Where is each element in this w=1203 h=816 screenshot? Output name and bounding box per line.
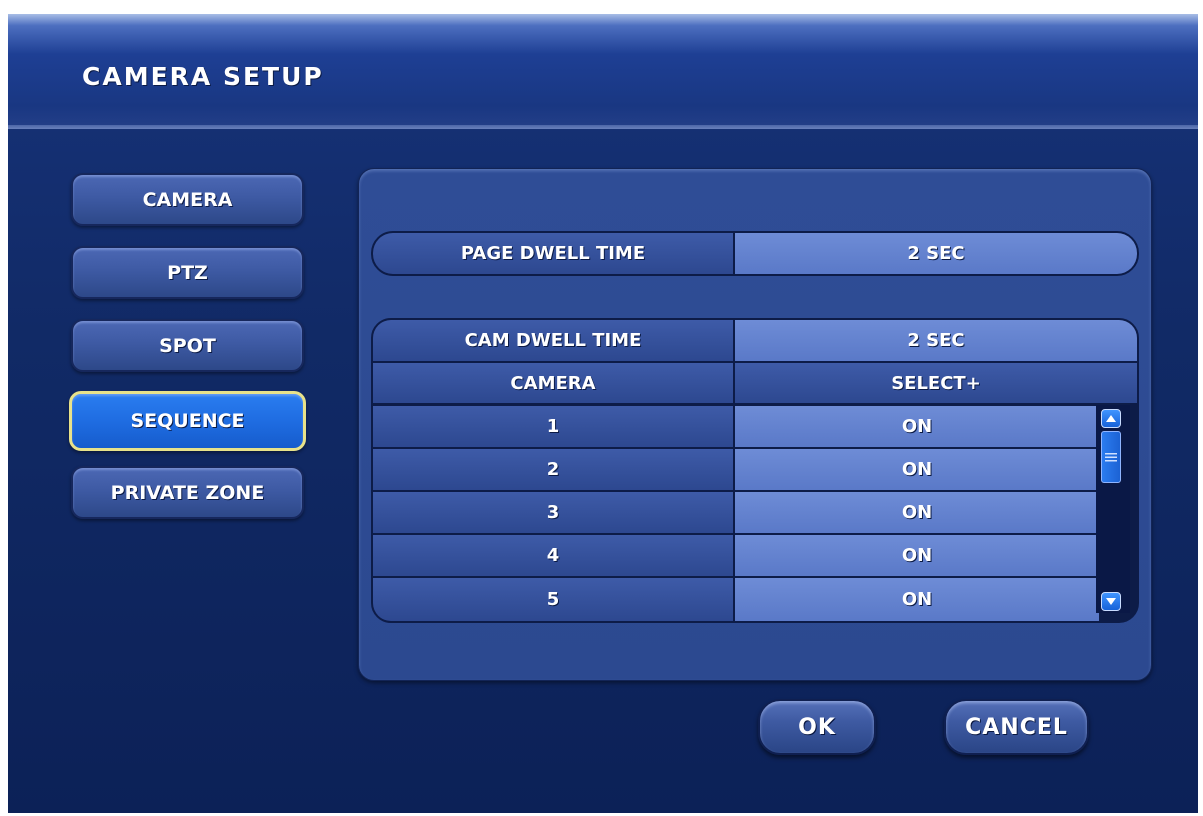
grip-icon [1105,452,1117,461]
cam-dwell-label: CAM DWELL TIME [373,320,733,361]
arrow-up-icon [1106,415,1116,422]
arrow-down-icon [1106,598,1116,605]
page-dwell-label: PAGE DWELL TIME [373,233,733,274]
scroll-thumb[interactable] [1101,431,1121,483]
cam-dwell-value[interactable]: 2 SEC [735,320,1137,361]
table-scrollbar[interactable] [1096,405,1130,613]
scroll-up-button[interactable] [1101,409,1121,428]
sequence-table: CAM DWELL TIME 2 SEC CAMERA SELECT+ 1 ON… [371,318,1139,623]
ok-button[interactable]: OK [758,699,876,755]
camera-state-toggle[interactable]: ON [735,535,1099,576]
page-dwell-row: PAGE DWELL TIME 2 SEC [371,231,1139,276]
select-all-header[interactable]: SELECT+ [735,363,1137,403]
camera-number: 2 [373,449,733,490]
camera-number: 1 [373,406,733,447]
camera-state-toggle[interactable]: ON [735,492,1099,533]
camera-number: 4 [373,535,733,576]
camera-state-toggle[interactable]: ON [735,449,1099,490]
camera-column-header: CAMERA [373,363,733,403]
camera-state-toggle[interactable]: ON [735,406,1099,447]
page-dwell-value[interactable]: 2 SEC [735,233,1137,274]
nav-private-zone-button[interactable]: PRIVATE ZONE [71,466,304,519]
camera-state-toggle[interactable]: ON [735,578,1099,621]
nav-spot-button[interactable]: SPOT [71,319,304,372]
nav-camera-button[interactable]: CAMERA [71,173,304,226]
cancel-button[interactable]: CANCEL [944,699,1089,755]
camera-number: 3 [373,492,733,533]
nav-ptz-button[interactable]: PTZ [71,246,304,299]
camera-number: 5 [373,578,733,621]
scroll-down-button[interactable] [1101,592,1121,611]
window-title: CAMERA SETUP [82,62,324,91]
nav-sequence-button[interactable]: SEQUENCE [69,391,306,451]
